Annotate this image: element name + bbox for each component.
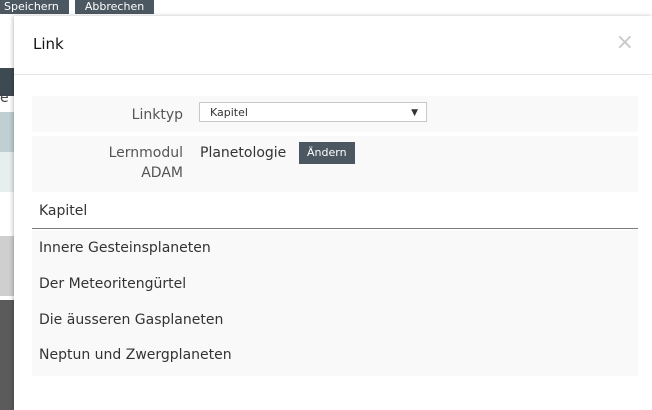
chapter-item[interactable]: Der Meteoritengürtel [39,274,186,294]
link-dialog: Link × Linktyp Kapitel ▼ Lernmodul ADAM … [14,16,652,410]
learning-module-label: Lernmodul ADAM [109,143,183,183]
background-strip [0,300,14,410]
close-icon[interactable]: × [616,32,634,54]
link-type-label: Linktyp [131,107,183,123]
background-strip [0,112,14,152]
learning-module-label-line2: ADAM [141,165,183,181]
chevron-down-icon: ▼ [411,108,418,118]
chapter-section-title: Kapitel [39,203,88,219]
chapter-item[interactable]: Die äusseren Gasplaneten [39,310,223,330]
learning-module-row: Lernmodul ADAM Planetologie Ändern [32,136,638,192]
background-toolbar: Speichern Abbrechen [0,0,155,16]
chapter-section-header: Kapitel [32,194,638,229]
link-type-select[interactable]: Kapitel ▼ [199,102,427,122]
change-module-button[interactable]: Ändern [299,142,355,164]
save-button[interactable]: Speichern [0,0,69,14]
link-type-selected-value: Kapitel [210,106,248,119]
background-strip [0,236,14,296]
cancel-button[interactable]: Abbrechen [74,0,155,14]
link-type-row: Linktyp Kapitel ▼ [32,96,638,132]
dialog-header: Link × [14,16,652,75]
dialog-title: Link [33,35,64,53]
chapter-list: Innere Gesteinsplaneten Der Meteoritengü… [32,230,638,376]
chapter-item[interactable]: Innere Gesteinsplaneten [39,238,211,258]
background-text-fragment: e [0,90,9,106]
background-strip [0,152,14,192]
learning-module-value: Planetologie [200,145,287,161]
chapter-item[interactable]: Neptun und Zwergplaneten [39,345,232,365]
learning-module-label-line1: Lernmodul [108,145,183,161]
